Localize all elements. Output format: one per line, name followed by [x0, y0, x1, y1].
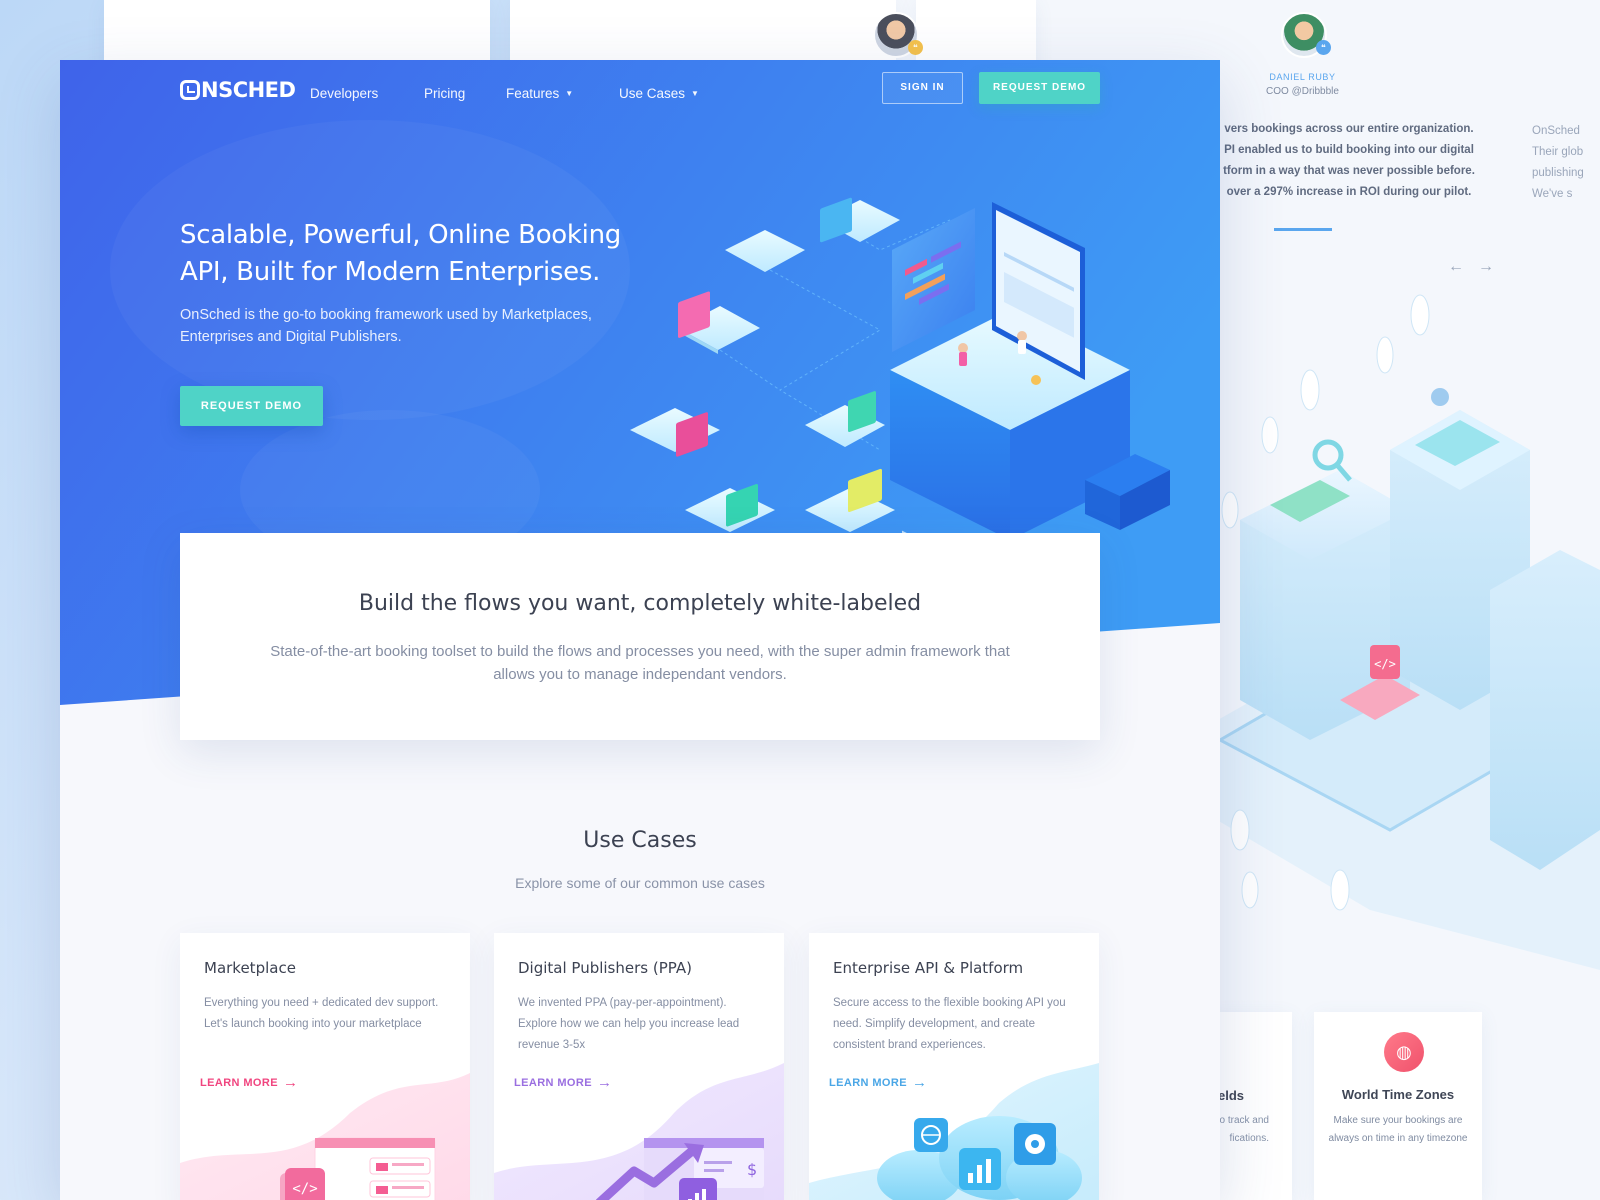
arrow-right-icon: →: [596, 1074, 613, 1091]
learn-more-link[interactable]: LEARN MORE →: [200, 1074, 298, 1091]
use-case-title: Marketplace: [204, 959, 296, 977]
white-label-title: Build the flows you want, completely whi…: [358, 591, 922, 616]
caret-down-icon: ▼: [691, 89, 699, 98]
feature-title: World Time Zones: [1341, 1087, 1455, 1102]
nav-use-cases-dropdown[interactable]: Use Cases ▼: [619, 86, 699, 101]
logo-text: NSCHED: [201, 78, 296, 102]
learn-more-link[interactable]: LEARN MORE →: [514, 1074, 612, 1091]
learn-more-label: LEARN MORE: [829, 1077, 907, 1089]
quote-line: tform in a way that was never possible b…: [1223, 165, 1475, 177]
svg-text:</>: </>: [1374, 657, 1396, 671]
quote-line: PI enabled us to build booking into our …: [1224, 144, 1474, 156]
learn-more-link[interactable]: LEARN MORE →: [829, 1074, 927, 1091]
use-case-card-enterprise: Enterprise API & Platform Secure access …: [809, 933, 1099, 1200]
svg-text:$: $: [747, 1160, 757, 1179]
use-cases-subtitle: Explore some of our common use cases: [515, 875, 765, 891]
sign-in-button[interactable]: SIGN IN: [882, 72, 963, 104]
quote-line: vers bookings across our entire organiza…: [1224, 123, 1474, 135]
use-cases-title: Use Cases: [583, 828, 697, 853]
testimonial-name: DANIEL RUBY: [1269, 72, 1336, 82]
arrow-right-icon: →: [282, 1074, 299, 1091]
quote-line: publishing: [1532, 167, 1584, 179]
white-label-description: State-of-the-art booking toolset to buil…: [270, 643, 1010, 683]
hero-title: Scalable, Powerful, Online Booking API, …: [180, 220, 621, 287]
nav-developers[interactable]: Developers: [310, 86, 378, 101]
city-illustration: </>: [1200, 294, 1600, 970]
hero-request-demo-button[interactable]: REQUEST DEMO: [180, 386, 323, 426]
feature-description: o track and fications.: [1213, 1112, 1269, 1148]
caret-down-icon: ▼: [565, 89, 574, 98]
nav-features-label: Features: [506, 86, 560, 101]
quote-line: over a 297% increase in ROI during our p…: [1226, 186, 1472, 198]
use-case-description: Secure access to the flexible booking AP…: [833, 997, 1066, 1051]
feature-description: Make sure your bookings are always on ti…: [1328, 1115, 1468, 1144]
quote-line: Their glob: [1532, 146, 1584, 158]
logo[interactable]: NSCHED: [180, 78, 296, 102]
globe-icon: ◍: [1384, 1032, 1424, 1072]
clock-check-icon: [180, 80, 200, 100]
feature-description-line: fications.: [1229, 1133, 1269, 1144]
quote-line: We've s: [1532, 188, 1573, 200]
testimonial-quote: vers bookings across our entire organiza…: [1218, 119, 1480, 203]
use-case-card-marketplace: </> Marketplace Everything you need + de…: [180, 933, 470, 1200]
testimonial-quote: OnSched Their glob publishing We've s: [1532, 121, 1600, 205]
top-navigation: NSCHED Developers Pricing Features ▼ Use …: [180, 72, 1100, 112]
use-case-title: Enterprise API & Platform: [833, 959, 1024, 977]
nav-features-dropdown[interactable]: Features ▼: [506, 86, 573, 101]
nav-use-cases-label: Use Cases: [619, 86, 686, 101]
use-case-description: Everything you need + dedicated dev supp…: [204, 997, 439, 1030]
learn-more-label: LEARN MORE: [514, 1077, 592, 1089]
feature-card: [1210, 1012, 1292, 1200]
request-demo-button[interactable]: REQUEST DEMO: [979, 72, 1100, 104]
use-case-card-digital-publishers: $ Digital Publishers (PPA) We invented P…: [494, 933, 784, 1200]
quote-icon: ❝: [908, 40, 923, 55]
use-case-description: We invented PPA (pay-per-appointment). E…: [518, 997, 740, 1051]
svg-text:</>: </>: [292, 1181, 317, 1197]
quote-line: OnSched: [1532, 125, 1580, 137]
isometric-server-illustration: [630, 197, 1170, 540]
landing-page: NSCHED Developers Pricing Features ▼ Use …: [60, 60, 1220, 1200]
arrow-right-icon: →: [911, 1074, 928, 1091]
hero-subtitle: OnSched is the go-to booking framework u…: [180, 307, 592, 345]
carousel-active-indicator: [1274, 228, 1332, 231]
nav-pricing[interactable]: Pricing: [424, 86, 465, 101]
testimonial-role: COO @Dribbble: [1266, 86, 1339, 97]
feature-title: elds: [1218, 1088, 1245, 1103]
white-label-card: Build the flows you want, completely whi…: [180, 533, 1100, 740]
quote-icon: ❝: [1316, 40, 1331, 55]
use-case-title: Digital Publishers (PPA): [518, 959, 692, 977]
feature-description-line: o track and: [1219, 1115, 1269, 1126]
learn-more-label: LEARN MORE: [200, 1077, 278, 1089]
